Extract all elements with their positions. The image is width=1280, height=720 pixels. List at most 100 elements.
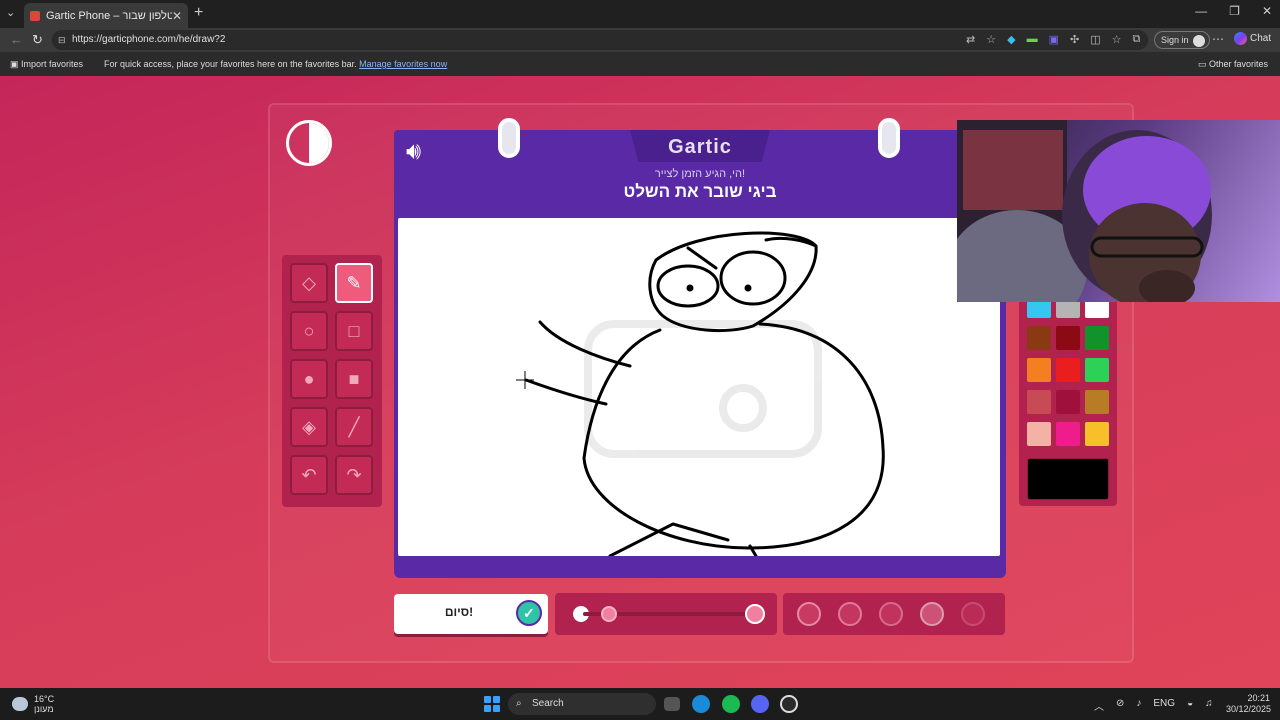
- wifi-icon[interactable]: ◒: [1187, 698, 1193, 713]
- opacity-option[interactable]: [797, 602, 821, 626]
- ellipse-outline-tool[interactable]: ○: [290, 311, 328, 351]
- taskbar-search[interactable]: ⌕ Search: [508, 693, 656, 715]
- color-swatch[interactable]: [1027, 390, 1051, 414]
- ellipse-fill-tool[interactable]: ●: [290, 359, 328, 399]
- favorites-icon[interactable]: ☆: [1112, 33, 1122, 46]
- network-icon[interactable]: ⊘: [1116, 698, 1124, 713]
- close-window-icon[interactable]: ✕: [1262, 4, 1272, 18]
- color-swatch[interactable]: [1056, 390, 1080, 414]
- site-info-icon[interactable]: ⊟: [58, 30, 66, 50]
- favorites-bar: ▣ Import favorites For quick access, pla…: [0, 52, 1280, 76]
- app-icon[interactable]: [780, 695, 798, 713]
- square-outline-icon: □: [348, 320, 360, 341]
- discord-icon[interactable]: [751, 695, 769, 713]
- color-swatch[interactable]: [1085, 358, 1109, 382]
- gartic-page: ◇ ✎ ○ □ ● ■ ◈ ╱ ↶ ↷ 🔊︎ Gartic הי, הגיע הזמן לצייר…: [0, 76, 1280, 688]
- tab-strip: ⌄ Gartic Phone – טלפון שבור ✕ + — ❐ ✕: [0, 0, 1280, 28]
- selected-color-swatch[interactable]: [1027, 458, 1109, 500]
- color-swatch[interactable]: [1027, 422, 1051, 446]
- color-swatch[interactable]: [1085, 422, 1109, 446]
- import-favorites-label: Import favorites: [21, 59, 84, 69]
- line-tool[interactable]: ╱: [335, 407, 373, 447]
- minimize-icon[interactable]: —: [1195, 4, 1207, 18]
- import-favorites-button[interactable]: ▣ Import favorites: [10, 59, 83, 70]
- color-swatch[interactable]: [1027, 326, 1051, 350]
- undo-tool[interactable]: ↶: [290, 455, 328, 495]
- draw-prompt: ביגי שובר את השלט: [623, 182, 777, 201]
- tab-actions-menu-icon[interactable]: ⌄: [6, 6, 15, 19]
- color-swatch[interactable]: [1085, 390, 1109, 414]
- translate-icon[interactable]: ⇄: [966, 33, 975, 46]
- opacity-option[interactable]: [838, 602, 862, 626]
- rect-outline-tool[interactable]: □: [335, 311, 373, 351]
- drawing-canvas[interactable]: [398, 218, 1000, 556]
- undo-icon: ↶: [301, 464, 317, 485]
- eraser-icon: ◇: [302, 272, 316, 293]
- favorite-star-icon[interactable]: ☆: [986, 33, 996, 46]
- manage-favorites-link[interactable]: Manage favorites now: [359, 59, 447, 69]
- color-swatch[interactable]: [1056, 326, 1080, 350]
- new-tab-button[interactable]: +: [194, 4, 203, 22]
- cloud-icon: [12, 697, 28, 711]
- more-menu-icon[interactable]: ⋯: [1212, 32, 1224, 46]
- bucket-tool[interactable]: ◈: [290, 407, 328, 447]
- redo-tool[interactable]: ↷: [335, 455, 373, 495]
- windows-taskbar: 16°C מעונן ⌕ Search ︿ ⊘ ♪ ENG ◒ ♫ 20:21 3…: [0, 688, 1280, 720]
- done-button[interactable]: סיום! ✓: [394, 594, 548, 634]
- opacity-option[interactable]: [879, 602, 903, 626]
- refresh-icon[interactable]: ↻: [32, 32, 43, 48]
- clock-time: 20:21: [1247, 693, 1270, 703]
- contrast-toggle-button[interactable]: [286, 120, 332, 166]
- copilot-chat-button[interactable]: Chat: [1234, 32, 1271, 45]
- weather-widget[interactable]: 16°C מעונן: [12, 694, 54, 714]
- volume-icon[interactable]: ♫: [1205, 698, 1213, 713]
- contrast-half-icon: [309, 123, 329, 163]
- microphone-icon[interactable]: ♪: [1136, 698, 1141, 713]
- browser-tab[interactable]: Gartic Phone – טלפון שבור ✕: [24, 3, 188, 28]
- pen-tool[interactable]: ✎: [335, 263, 373, 303]
- language-indicator[interactable]: ENG: [1153, 698, 1175, 713]
- opacity-option[interactable]: [961, 602, 985, 626]
- color-swatch[interactable]: [1027, 358, 1051, 382]
- spotify-icon[interactable]: [722, 695, 740, 713]
- clock[interactable]: 20:21 30/12/2025: [1226, 693, 1271, 715]
- close-tab-icon[interactable]: ✕: [172, 9, 182, 23]
- sound-toggle-icon[interactable]: 🔊︎: [406, 138, 421, 166]
- gartic-logo: Gartic: [668, 136, 732, 158]
- back-icon[interactable]: ←: [10, 32, 23, 47]
- redo-icon: ↷: [346, 464, 362, 485]
- drawing-strokes: [516, 231, 885, 556]
- task-view-icon[interactable]: [664, 697, 680, 711]
- extensions-puzzle-icon[interactable]: ✣: [1070, 33, 1079, 46]
- start-button[interactable]: [484, 696, 500, 712]
- color-swatch[interactable]: [1056, 358, 1080, 382]
- maximize-icon[interactable]: ❐: [1229, 4, 1240, 18]
- book-body: [394, 216, 1006, 578]
- brush-size-handle[interactable]: [600, 606, 617, 622]
- done-label: סיום!: [444, 605, 474, 619]
- line-icon: ╱: [348, 416, 360, 437]
- toolbar-icons: ⇄ ☆ ◆ ▬ ▣ ✣ ◫ ☆ ⧉: [966, 33, 1140, 46]
- edge-icon[interactable]: [692, 695, 710, 713]
- tray-overflow-icon[interactable]: ︿: [1094, 698, 1104, 713]
- square-filled-icon: ■: [348, 368, 360, 389]
- opacity-option[interactable]: [920, 602, 944, 626]
- extension-icon[interactable]: ▬: [1027, 33, 1038, 46]
- circle-filled-icon: ●: [303, 368, 315, 389]
- copilot-icon: [1234, 32, 1247, 45]
- webcam-overlay: [957, 120, 1280, 302]
- color-swatch[interactable]: [1056, 422, 1080, 446]
- split-screen-icon[interactable]: ◫: [1090, 33, 1100, 46]
- extension-icon[interactable]: ◆: [1007, 33, 1015, 46]
- extension-icon[interactable]: ▣: [1049, 33, 1059, 46]
- sign-in-button[interactable]: Sign in: [1154, 31, 1211, 49]
- book-header: 🔊︎ Gartic הי, הגיע הזמן לצייר! ביגי שובר…: [394, 130, 1006, 216]
- other-favorites-button[interactable]: ▭ Other favorites: [1198, 59, 1268, 70]
- eraser-tool[interactable]: ◇: [290, 263, 328, 303]
- profile-avatar-icon: [1193, 34, 1206, 47]
- pen-icon: ✎: [346, 272, 362, 293]
- collections-icon[interactable]: ⧉: [1132, 33, 1140, 46]
- cursor-crosshair-icon: [516, 371, 534, 389]
- rect-fill-tool[interactable]: ■: [335, 359, 373, 399]
- color-swatch[interactable]: [1085, 326, 1109, 350]
